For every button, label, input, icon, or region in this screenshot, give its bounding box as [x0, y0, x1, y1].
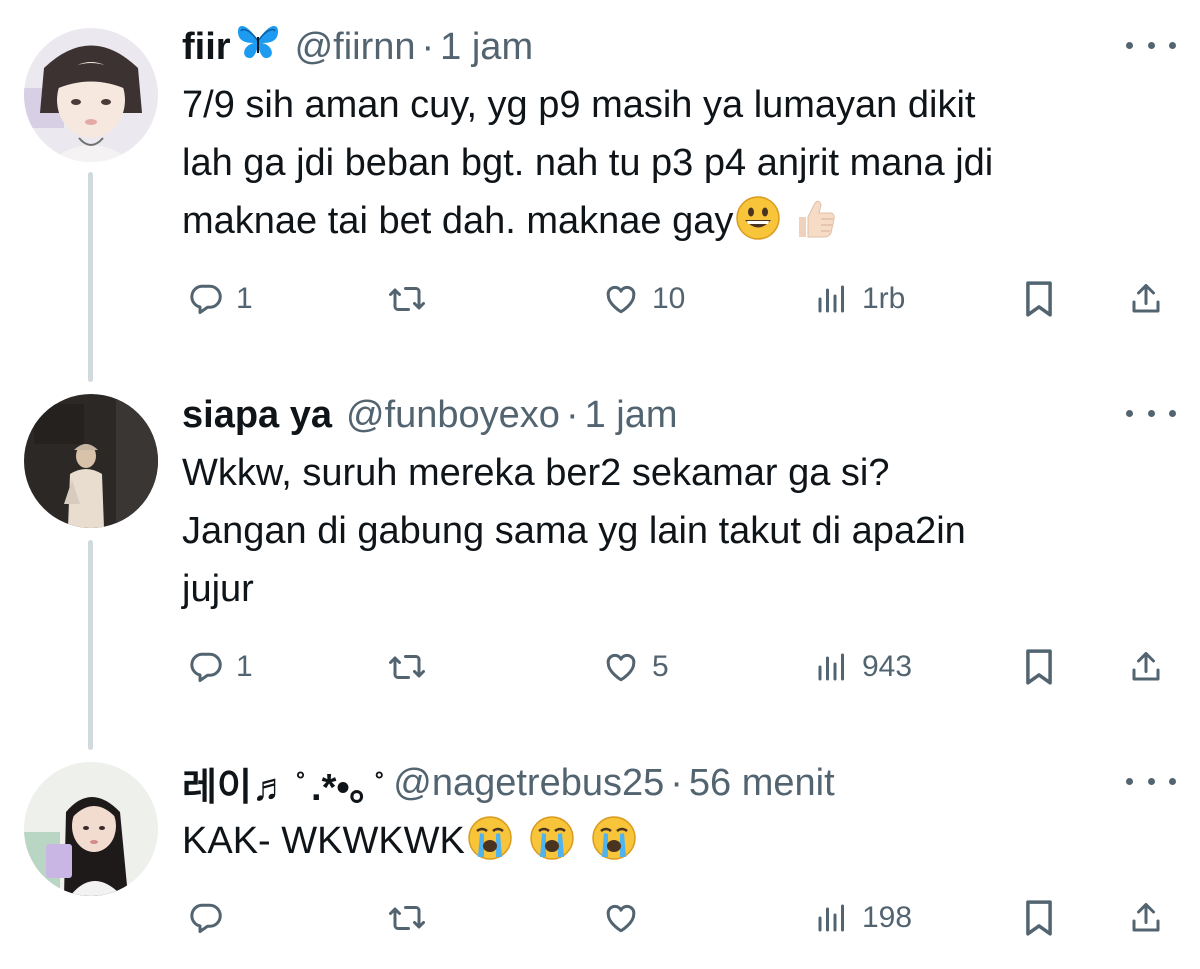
like-icon — [606, 904, 636, 933]
bookmark-button[interactable] — [1022, 642, 1056, 692]
more-icon[interactable] — [1126, 766, 1176, 796]
loudly-crying-face-emoji — [591, 815, 637, 861]
display-name[interactable]: siapa ya — [182, 394, 332, 437]
separator: · — [421, 25, 435, 68]
repost-button[interactable] — [387, 274, 439, 324]
repost-icon — [389, 655, 425, 679]
share-button[interactable] — [1128, 274, 1164, 324]
reply-icon — [190, 903, 222, 933]
user-handle[interactable]: @nagetrebus25 — [393, 762, 664, 805]
repost-button[interactable] — [387, 893, 439, 943]
separator: · — [565, 393, 579, 436]
like-button[interactable]: 10 — [602, 274, 685, 324]
tweet-text-content: 7/9 sih aman cuy, yg p9 masih ya lumayan… — [182, 84, 994, 242]
thumbs-up-emoji — [791, 195, 837, 241]
like-count: 10 — [652, 282, 686, 315]
views-button[interactable]: 1rb — [814, 274, 905, 324]
reply-count: 1 — [236, 650, 253, 683]
display-name[interactable]: fiir — [182, 26, 231, 69]
tweet-text: KAK- WKWKWK — [182, 812, 1176, 870]
view-count: 198 — [862, 901, 913, 934]
avatar[interactable] — [24, 394, 158, 528]
avatar[interactable] — [24, 28, 158, 162]
grinning-face-emoji — [735, 195, 781, 241]
share-icon — [1132, 284, 1160, 313]
tweet-text-content: KAK- WKWKWK — [182, 820, 465, 862]
avatar[interactable] — [24, 762, 158, 896]
bookmark-icon — [1026, 900, 1052, 936]
thread-line — [88, 172, 93, 382]
tweet-actions: 198 — [182, 893, 1176, 943]
timestamp[interactable]: 1 jam — [440, 26, 533, 69]
separator: · — [670, 761, 683, 804]
views-icon — [818, 285, 844, 313]
like-button[interactable]: 5 — [602, 642, 669, 692]
view-count: 943 — [862, 650, 913, 683]
loudly-crying-face-emoji — [467, 815, 513, 861]
bookmark-icon — [1026, 281, 1052, 317]
view-count: 1rb — [862, 282, 906, 315]
repost-button[interactable] — [387, 642, 439, 692]
user-handle[interactable]: @fiirnn — [295, 26, 416, 69]
tweet-actions: 1 10 1rb — [182, 274, 1176, 324]
share-icon — [1132, 903, 1160, 932]
bookmark-button[interactable] — [1022, 893, 1056, 943]
like-count: 5 — [652, 650, 669, 683]
user-handle[interactable]: @funboyexo — [346, 394, 560, 437]
like-icon — [606, 653, 636, 682]
repost-icon — [389, 287, 425, 311]
reply-button[interactable] — [188, 893, 236, 943]
share-button[interactable] — [1128, 642, 1164, 692]
share-button[interactable] — [1128, 893, 1164, 943]
tweet-actions: 1 5 943 — [182, 642, 1176, 692]
repost-icon — [389, 906, 425, 930]
views-icon — [818, 653, 844, 681]
reply-icon — [190, 652, 222, 682]
more-icon[interactable] — [1126, 30, 1176, 60]
like-button[interactable] — [602, 893, 652, 943]
views-icon — [818, 904, 844, 932]
butterfly-icon — [235, 23, 281, 71]
views-button[interactable]: 198 — [814, 893, 912, 943]
reply-button[interactable]: 1 — [188, 274, 253, 324]
bookmark-button[interactable] — [1022, 274, 1056, 324]
views-button[interactable]: 943 — [814, 642, 912, 692]
timestamp[interactable]: 56 menit — [689, 762, 835, 805]
tweet-text: 7/9 sih aman cuy, yg p9 masih ya lumayan… — [182, 76, 1176, 250]
timestamp[interactable]: 1 jam — [585, 394, 678, 437]
reply-button[interactable]: 1 — [188, 642, 253, 692]
share-icon — [1132, 652, 1160, 681]
reply-icon — [190, 284, 222, 314]
more-icon[interactable] — [1126, 398, 1176, 428]
bookmark-icon — [1026, 649, 1052, 685]
thread-line — [88, 540, 93, 750]
loudly-crying-face-emoji — [529, 815, 575, 861]
reply-count: 1 — [236, 282, 253, 315]
tweet-text: Wkkw, suruh mereka ber2 sekamar ga si? J… — [182, 452, 966, 610]
display-name[interactable]: 레이♬ ̊ .*•｡ ̊ — [182, 756, 379, 811]
like-icon — [606, 285, 636, 314]
